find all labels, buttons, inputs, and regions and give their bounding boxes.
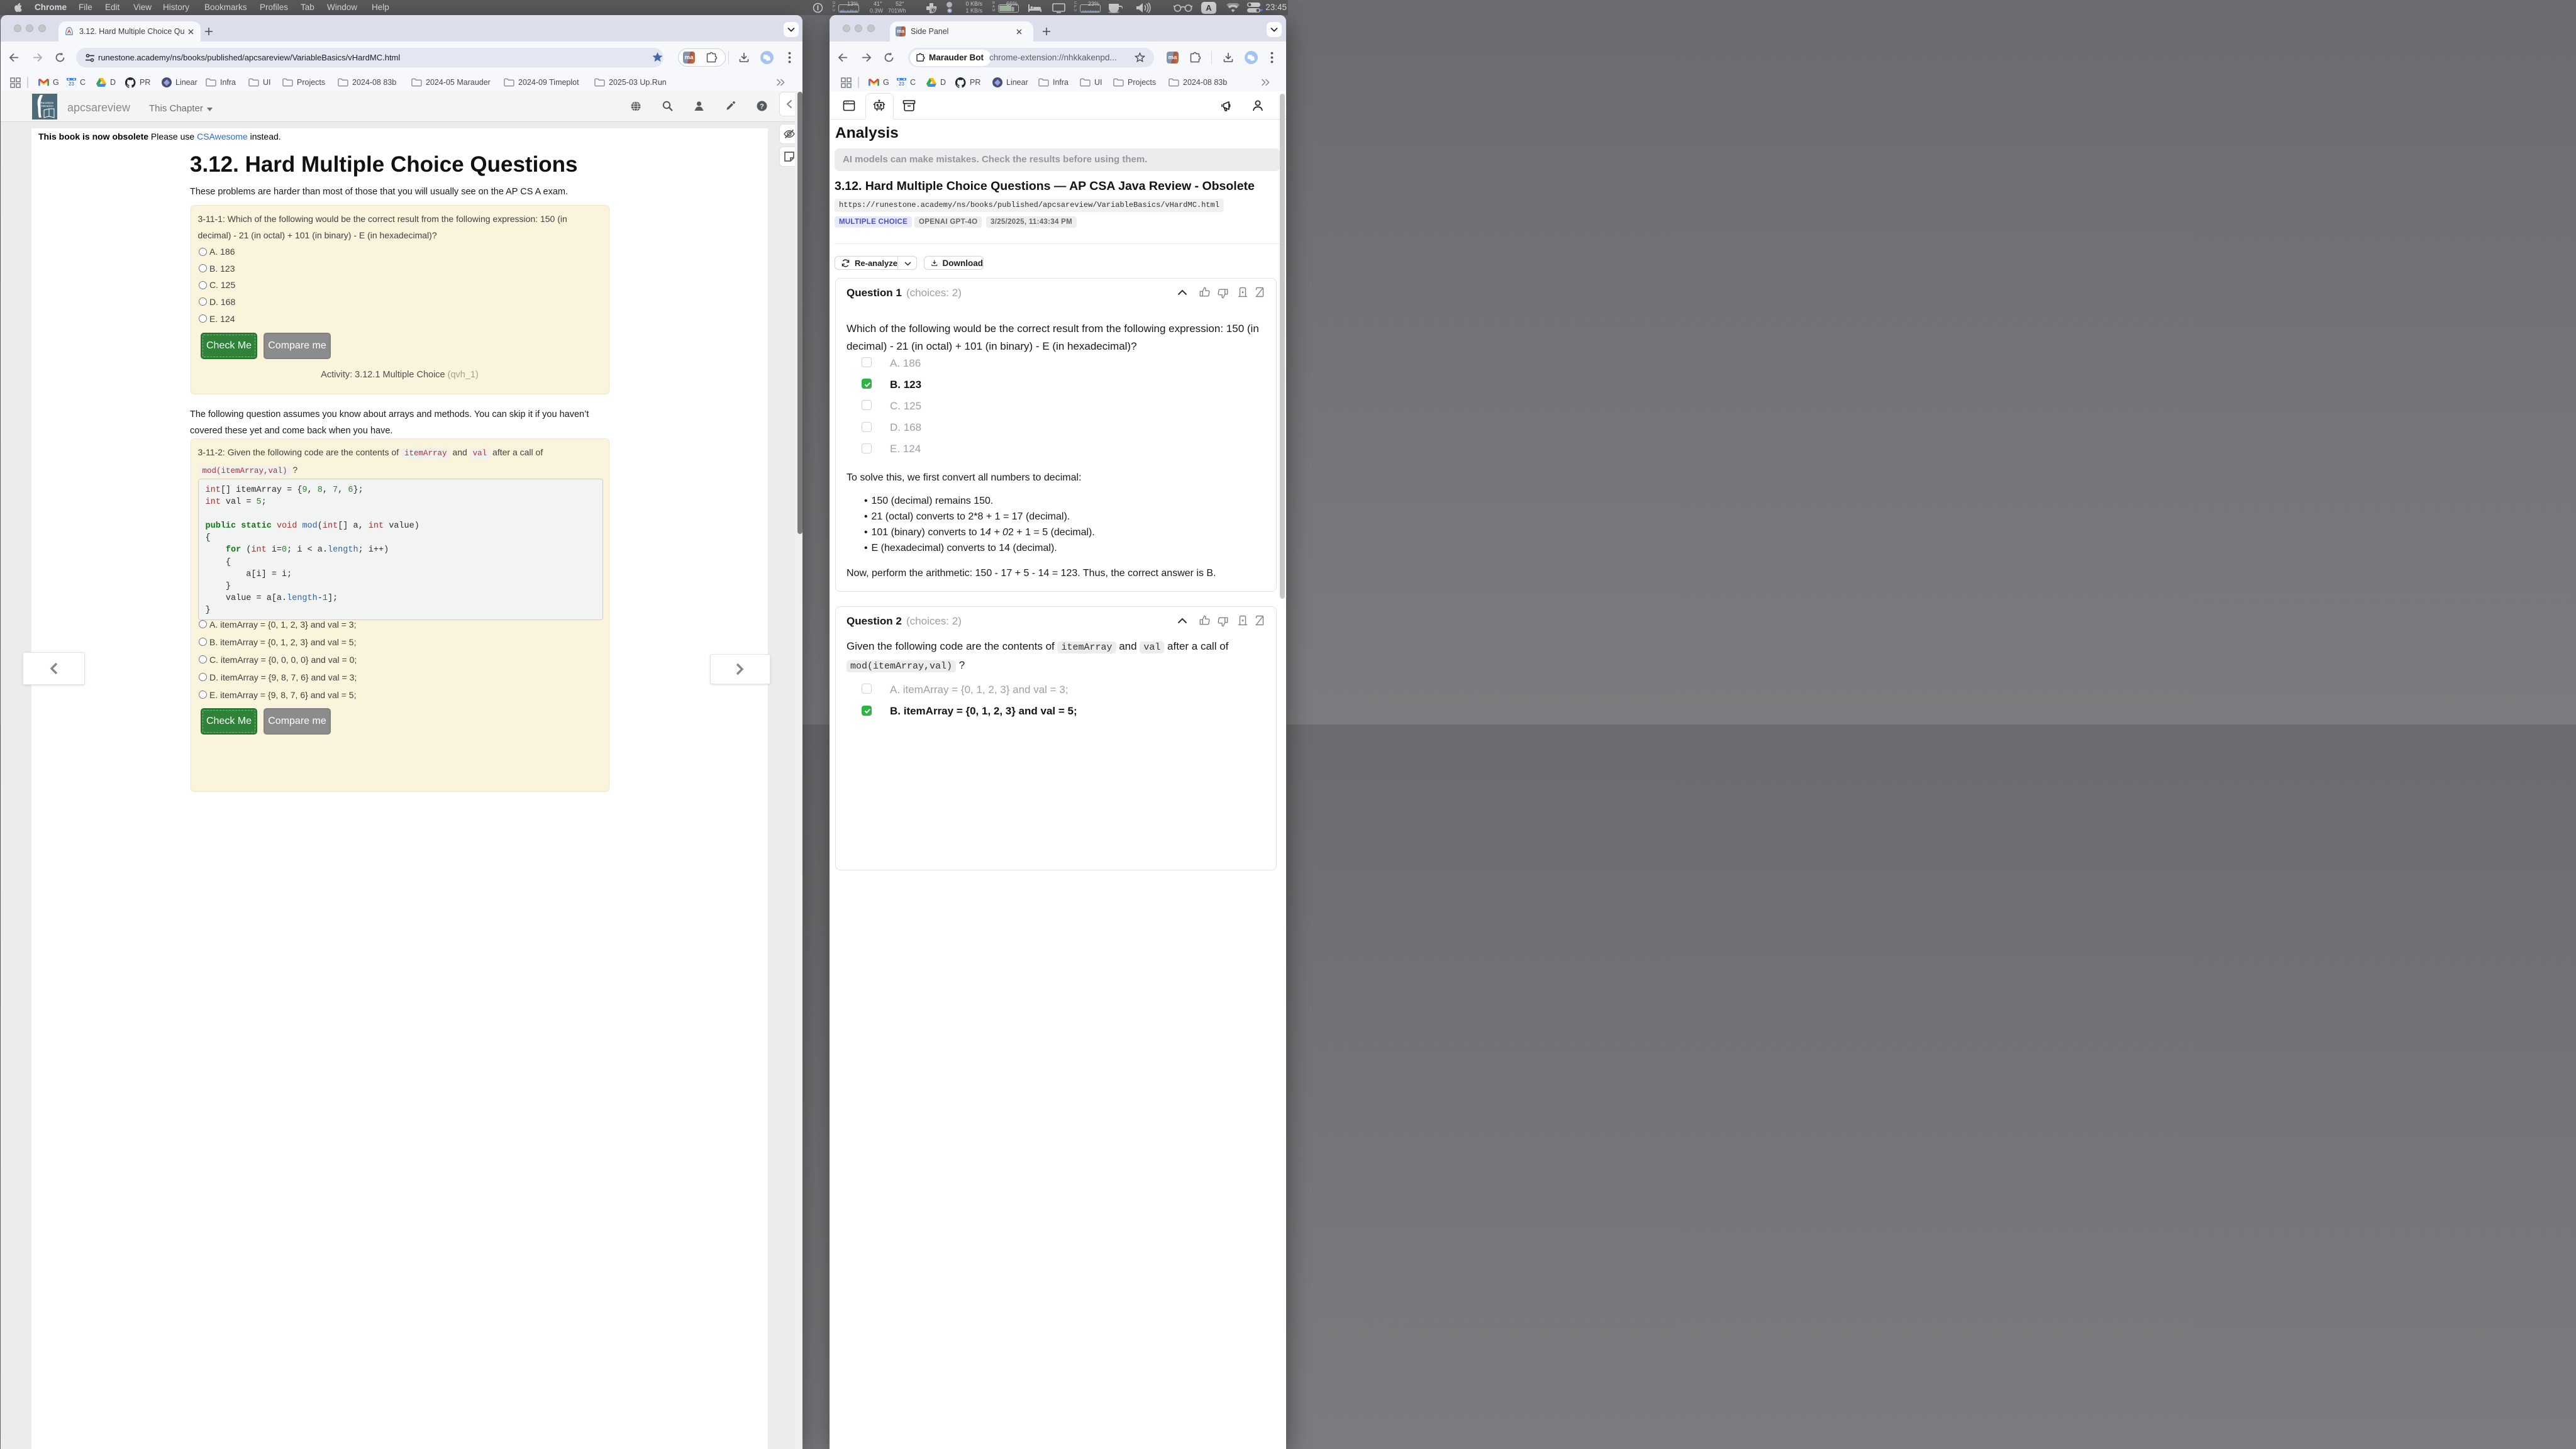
svg-text:?: ? bbox=[760, 103, 764, 111]
svg-text:Interactive: Interactive bbox=[41, 104, 53, 108]
svg-text:23: 23 bbox=[69, 81, 74, 87]
svg-text:23: 23 bbox=[899, 81, 904, 87]
